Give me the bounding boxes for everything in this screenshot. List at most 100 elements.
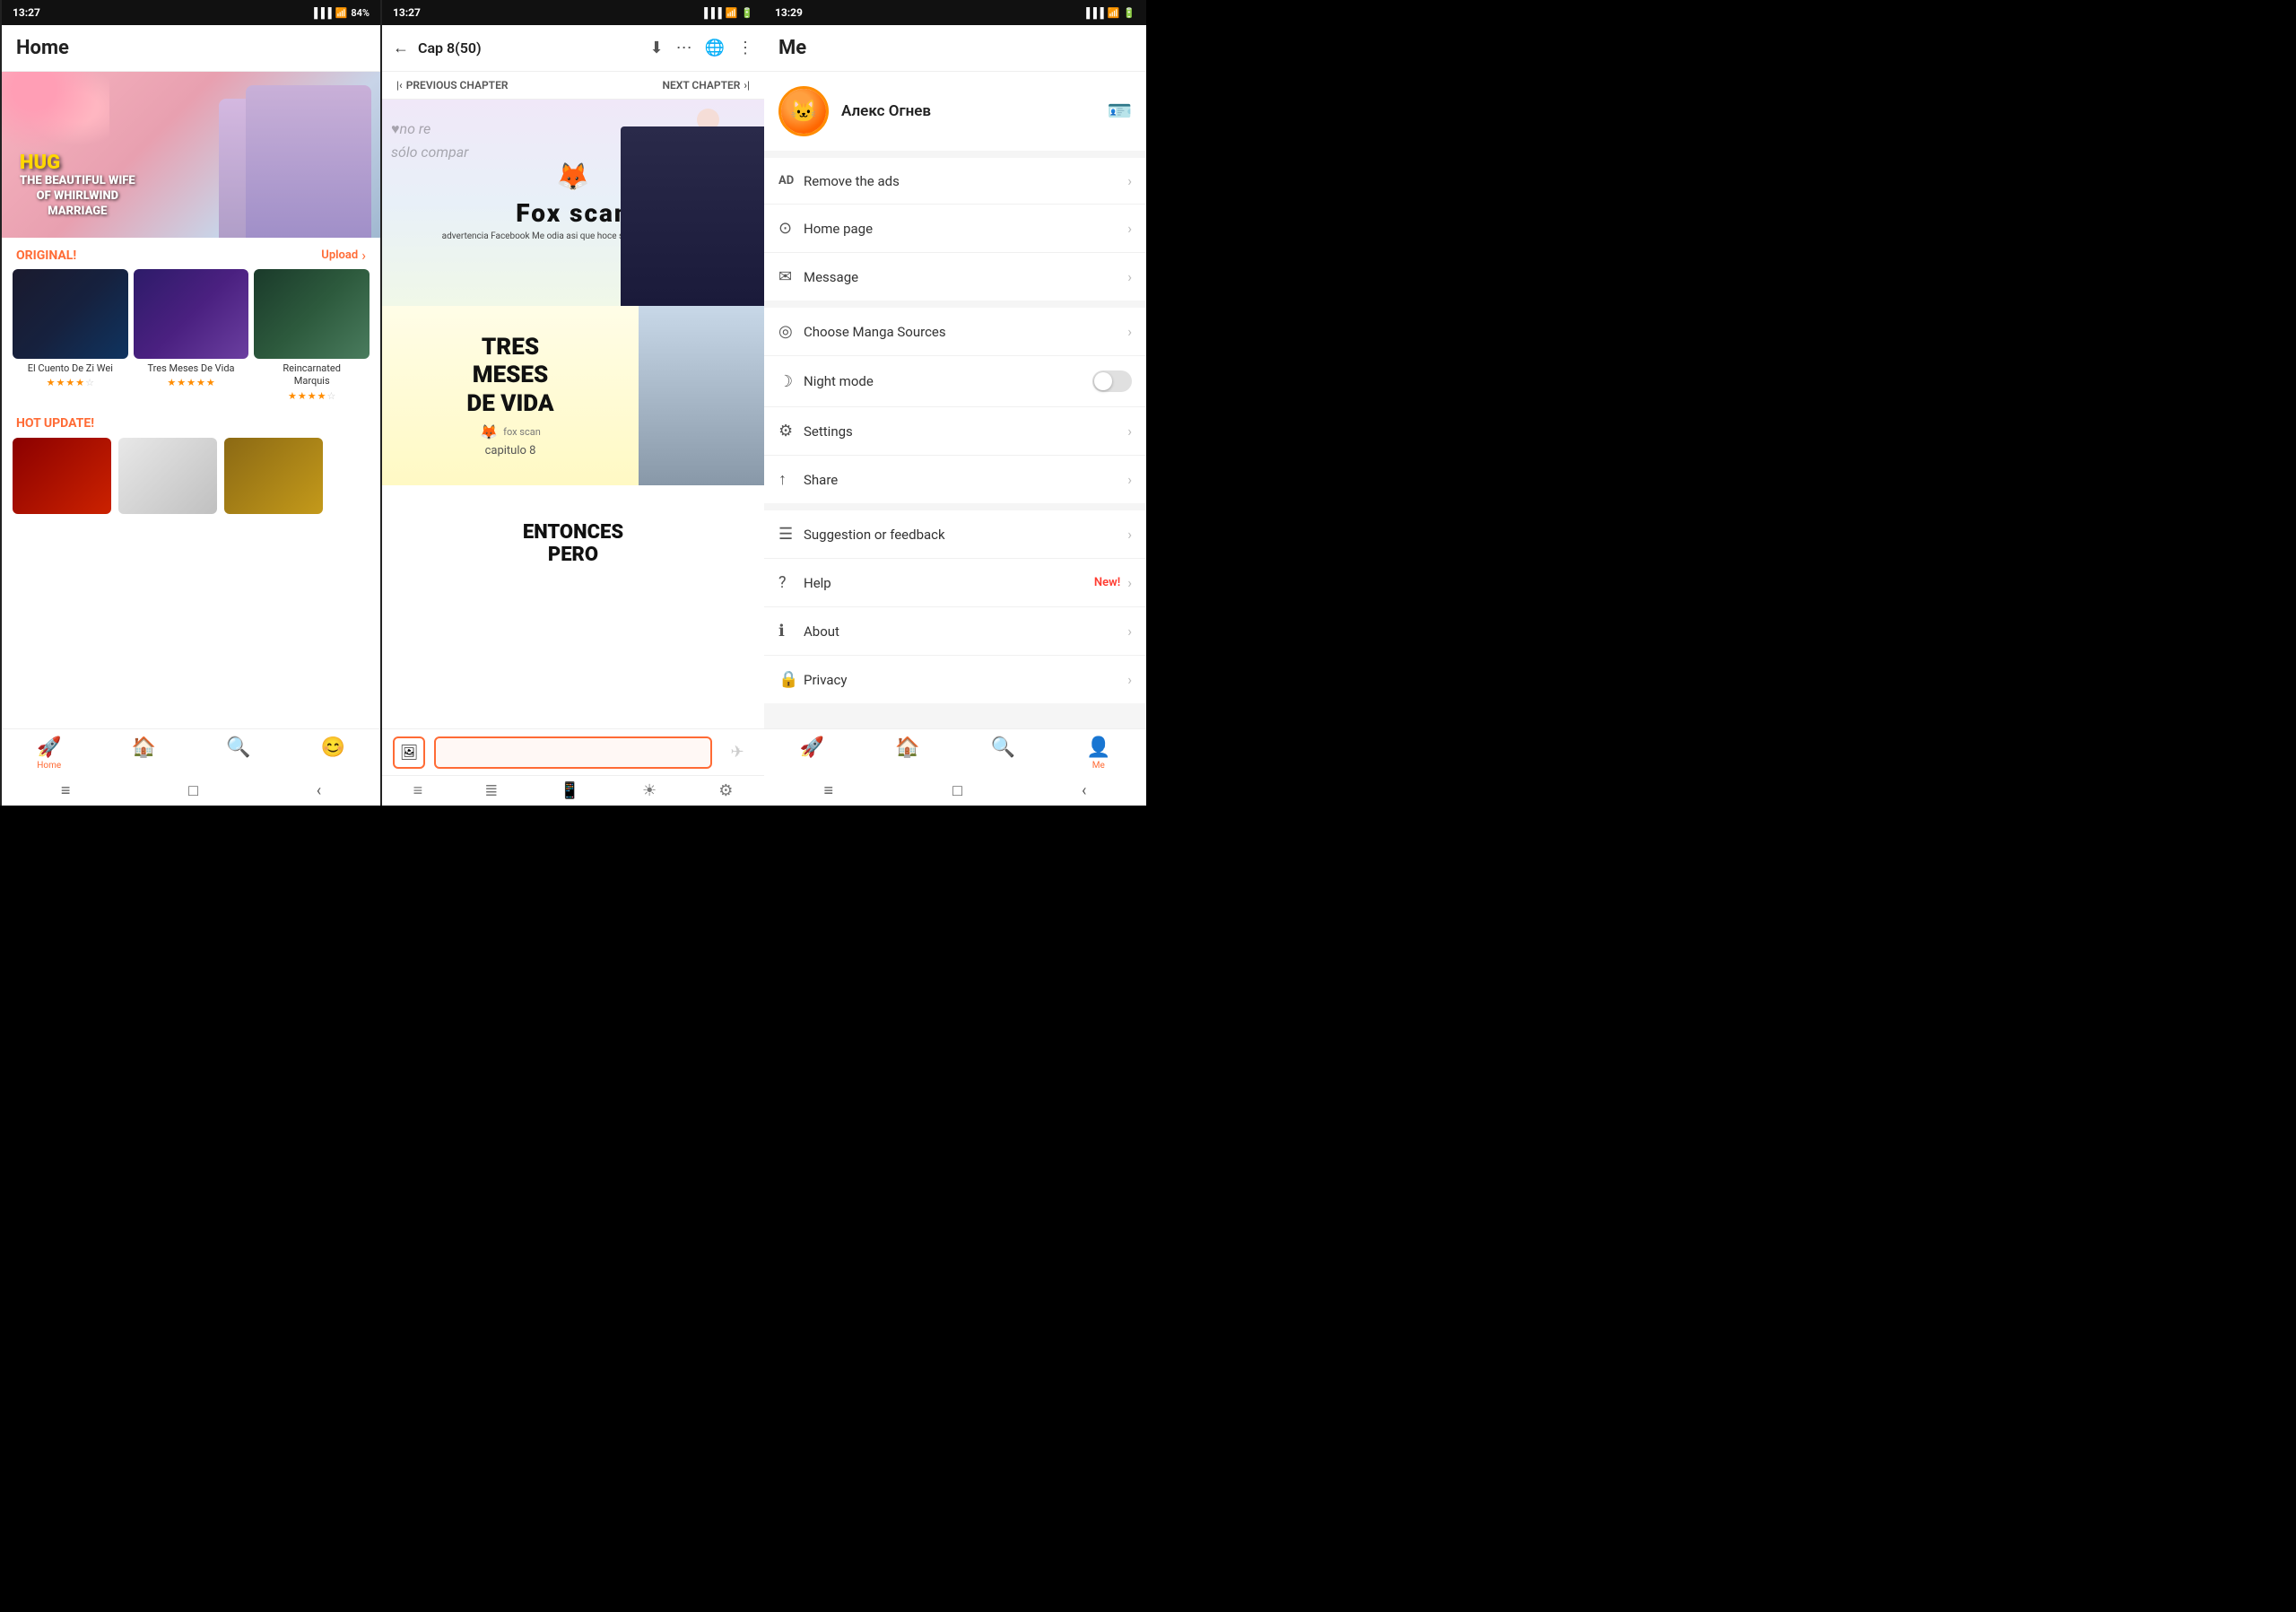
- hot-card-1[interactable]: [13, 438, 111, 514]
- comment-input[interactable]: [434, 736, 712, 769]
- me-system-nav: ≡ □ ‹: [764, 774, 1146, 806]
- menu-share[interactable]: ↑ Share ›: [764, 456, 1146, 503]
- prev-chapter-btn[interactable]: |‹ PREVIOUS CHAPTER: [396, 79, 508, 91]
- settings-icon: ⚙: [778, 422, 804, 440]
- menu-home-page[interactable]: ⊙ Home page ›: [764, 205, 1146, 253]
- reader-menu-btn[interactable]: ≡: [413, 781, 423, 800]
- me-nav-lib[interactable]: 🏠: [895, 736, 919, 771]
- next-chapter-btn[interactable]: NEXT CHAPTER ›|: [663, 79, 751, 91]
- menu-manga-sources[interactable]: ◎ Choose Manga Sources ›: [764, 308, 1146, 356]
- me-lib-icon: 🏠: [895, 736, 919, 759]
- image-button[interactable]: 🖼: [393, 736, 425, 769]
- reader-phone-btn[interactable]: 📱: [560, 781, 579, 800]
- menu-help[interactable]: ? Help New! ›: [764, 559, 1146, 607]
- hot-grid: [2, 438, 380, 514]
- send-button[interactable]: ✈: [721, 736, 753, 769]
- battery-me: 🔋: [1123, 7, 1135, 19]
- me-title: Me: [778, 37, 806, 59]
- ads-icon: AD: [778, 174, 804, 187]
- signal-me: ▐▐▐: [1083, 7, 1103, 19]
- menu-privacy[interactable]: 🔒 Privacy ›: [764, 656, 1146, 703]
- fox-icon: 🦊: [556, 161, 589, 193]
- reader-brightness-btn[interactable]: ☀: [642, 781, 657, 800]
- homepage-icon: ⊙: [778, 219, 804, 238]
- chapter-nav: |‹ PREVIOUS CHAPTER NEXT CHAPTER ›|: [382, 72, 764, 100]
- menu-feedback[interactable]: ☰ Suggestion or feedback ›: [764, 510, 1146, 559]
- comment-icon[interactable]: ⋯: [676, 39, 692, 57]
- hot-card-3[interactable]: [224, 438, 323, 514]
- tres-cap: capitulo 8: [485, 444, 536, 457]
- reader-settings-btn[interactable]: ⚙: [718, 781, 733, 800]
- nav-library[interactable]: 🏠: [132, 736, 156, 771]
- about-label: About: [804, 623, 1127, 640]
- upload-row[interactable]: Upload ›: [321, 247, 366, 264]
- me-scroll-area[interactable]: 🐱 Алекс Огнев 🪪 AD Remove the ads › ⊙ Ho…: [764, 72, 1146, 728]
- prev-label: PREVIOUS CHAPTER: [406, 79, 509, 91]
- time-me: 13:29: [775, 6, 803, 19]
- profile-section: 🐱 Алекс Огнев 🪪: [764, 72, 1146, 151]
- me-back-btn[interactable]: ‹: [1082, 781, 1086, 800]
- back-btn[interactable]: ‹: [317, 781, 321, 800]
- sources-label: Choose Manga Sources: [804, 324, 1127, 340]
- reader-list-btn[interactable]: ≣: [484, 781, 498, 800]
- manga-stars-1: ★ ★ ★ ★ ☆: [13, 377, 128, 388]
- manga-page-foxscan: ♥no resólo compar 🦊 Fox scan advertencia…: [382, 100, 764, 306]
- nav-me[interactable]: 😊: [321, 736, 345, 771]
- nav-home[interactable]: 🚀 Home: [37, 736, 61, 771]
- home-banner: HUG THE BEAUTIFUL WIFEOF WHIRLWINDMARRIA…: [2, 72, 380, 238]
- manga-card-2[interactable]: Tres Meses De Vida ★ ★ ★ ★ ★: [134, 269, 249, 402]
- flower-decoration: [2, 72, 109, 161]
- manga-card-1[interactable]: El Cuento De Zi Wei ★ ★ ★ ★ ☆: [13, 269, 128, 402]
- wifi-icon: 📶: [335, 7, 348, 19]
- home-title: Home: [16, 37, 69, 59]
- battery-home: 84%: [351, 7, 370, 19]
- back-button[interactable]: ←: [393, 39, 409, 57]
- manga-thumb-2: [134, 269, 249, 359]
- privacy-label: Privacy: [804, 672, 1127, 688]
- username: Алекс Огнев: [841, 102, 1095, 120]
- download-icon[interactable]: ⬇: [649, 39, 663, 57]
- me-search-icon: 🔍: [991, 736, 1015, 759]
- home-nav-label: Home: [37, 761, 61, 771]
- manga-card-3[interactable]: ReincarnatedMarquis ★ ★ ★ ★ ☆: [254, 269, 370, 402]
- menu-about[interactable]: ℹ About ›: [764, 607, 1146, 656]
- hot-card-2[interactable]: [118, 438, 217, 514]
- section-arrow: ›: [361, 247, 366, 264]
- menu-night-mode[interactable]: ☽ Night mode: [764, 356, 1146, 407]
- me-home-icon: 🚀: [800, 736, 824, 759]
- message-arrow: ›: [1127, 268, 1132, 285]
- more-icon[interactable]: ⋮: [737, 39, 753, 57]
- me-home-btn[interactable]: □: [952, 781, 962, 800]
- entonces-text: ENTONCESPERO: [523, 521, 623, 566]
- feedback-label: Suggestion or feedback: [804, 527, 1127, 543]
- me-nav-icons: 🚀 🏠 🔍 👤 Me: [764, 729, 1146, 774]
- help-label: Help: [804, 575, 1094, 591]
- menu-btn[interactable]: ≡: [61, 781, 71, 800]
- reader-header-icons: ⬇ ⋯ 🌐 ⋮: [649, 39, 753, 57]
- avatar-wrap[interactable]: 🐱: [778, 86, 829, 136]
- menu-message[interactable]: ✉ Message ›: [764, 253, 1146, 301]
- manga-page-entonces: ENTONCESPERO: [382, 485, 764, 602]
- me-nav-search[interactable]: 🔍: [991, 736, 1015, 771]
- menu-remove-ads[interactable]: AD Remove the ads ›: [764, 158, 1146, 205]
- status-icons-me: ▐▐▐ 📶 🔋: [1083, 7, 1135, 19]
- me-header: Me: [764, 25, 1146, 72]
- tres-line3: DE VIDA: [466, 390, 553, 418]
- home-btn[interactable]: □: [188, 781, 198, 800]
- me-nav-home[interactable]: 🚀: [800, 736, 824, 771]
- profile-edit-icon[interactable]: 🪪: [1108, 100, 1132, 123]
- status-bar-reader: 13:27 ▐▐▐ 📶 🔋: [382, 0, 764, 25]
- manga-pages[interactable]: ♥no resólo compar 🦊 Fox scan advertencia…: [382, 100, 764, 728]
- night-toggle[interactable]: [1092, 370, 1132, 392]
- help-icon: ?: [778, 573, 804, 592]
- me-menu-btn[interactable]: ≡: [824, 781, 834, 800]
- share-icon: ↑: [778, 470, 804, 489]
- nav-search[interactable]: 🔍: [226, 736, 250, 771]
- menu-settings[interactable]: ⚙ Settings ›: [764, 407, 1146, 456]
- me-nav-me[interactable]: 👤 Me: [1086, 736, 1110, 771]
- globe-icon[interactable]: 🌐: [705, 39, 725, 57]
- banner-hug: HUG: [20, 152, 135, 174]
- feedback-arrow: ›: [1127, 526, 1132, 543]
- phone-reader: 13:27 ▐▐▐ 📶 🔋 ← Cap 8(50) ⬇ ⋯ 🌐 ⋮ |‹ PRE…: [382, 0, 764, 806]
- phone-me: 13:29 ▐▐▐ 📶 🔋 Me 🐱 Алекс Огнев 🪪 AD Remo…: [764, 0, 1146, 806]
